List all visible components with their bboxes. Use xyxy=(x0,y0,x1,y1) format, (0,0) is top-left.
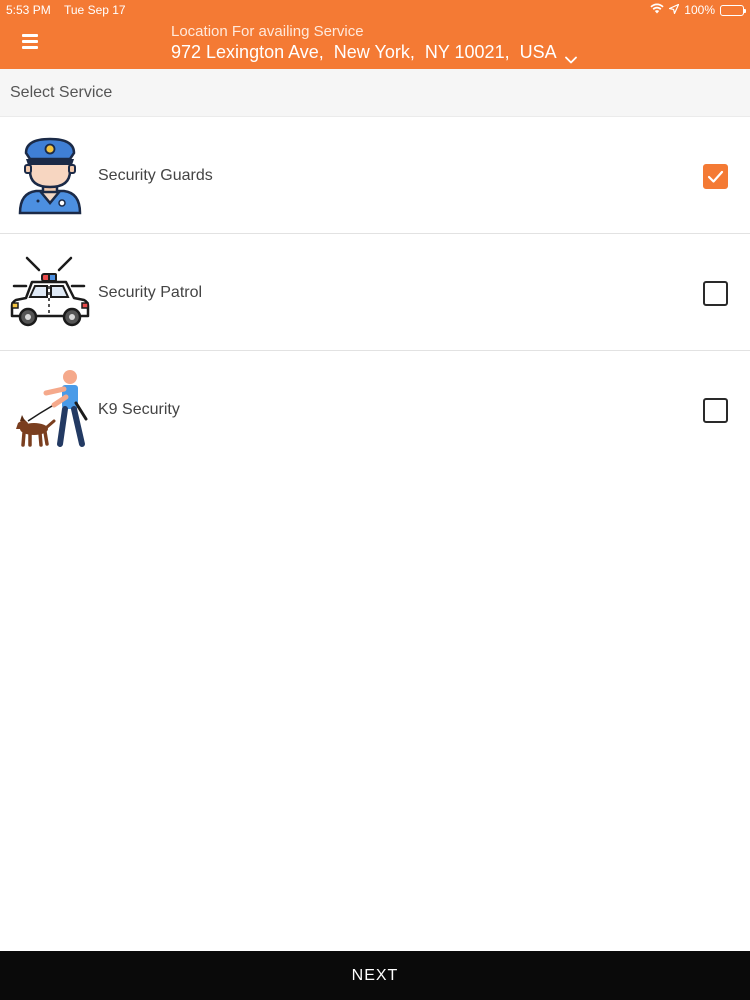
battery-icon xyxy=(720,4,746,16)
app-header: 5:53 PM Tue Sep 17 100% Location For ava… xyxy=(0,0,750,69)
status-date: Tue Sep 17 xyxy=(64,3,126,17)
section-title: Select Service xyxy=(10,84,113,101)
police-car-icon xyxy=(10,252,90,334)
wifi-icon xyxy=(650,3,664,17)
location-address: 972 Lexington Ave, New York, NY 10021, U… xyxy=(171,42,557,62)
security-guard-icon xyxy=(10,135,90,217)
k9-dog-handler-icon xyxy=(10,369,90,451)
service-row-security-guards[interactable]: Security Guards xyxy=(0,117,750,234)
service-row-k9-security[interactable]: K9 Security xyxy=(0,351,750,481)
service-checkbox-unchecked[interactable] xyxy=(703,398,728,423)
service-label: Security Patrol xyxy=(98,284,203,301)
hamburger-menu-icon[interactable] xyxy=(22,34,42,52)
service-checkbox-checked[interactable] xyxy=(703,164,728,189)
battery-percent: 100% xyxy=(684,3,715,17)
location-value-row: 972 Lexington Ave, New York, NY 10021, U… xyxy=(171,41,577,64)
app-screen: 5:53 PM Tue Sep 17 100% Location For ava… xyxy=(0,0,750,1000)
service-list: Security Guards Security Patrol K9 Secur… xyxy=(0,117,750,481)
service-row-security-patrol[interactable]: Security Patrol xyxy=(0,234,750,351)
service-label: K9 Security xyxy=(98,401,180,418)
checkmark-icon xyxy=(707,170,724,183)
location-arrow-icon xyxy=(669,3,680,17)
status-bar: 5:53 PM Tue Sep 17 100% xyxy=(0,0,750,20)
status-time: 5:53 PM xyxy=(6,3,51,17)
service-checkbox-unchecked[interactable] xyxy=(703,281,728,306)
section-header: Select Service xyxy=(0,69,750,117)
next-button[interactable]: NEXT xyxy=(0,951,750,1000)
chevron-down-icon xyxy=(564,47,577,64)
service-label: Security Guards xyxy=(98,167,213,184)
location-selector[interactable]: Location For availing Service 972 Lexing… xyxy=(171,23,577,64)
location-label: Location For availing Service xyxy=(171,23,364,40)
status-indicators: 100% xyxy=(650,3,746,17)
